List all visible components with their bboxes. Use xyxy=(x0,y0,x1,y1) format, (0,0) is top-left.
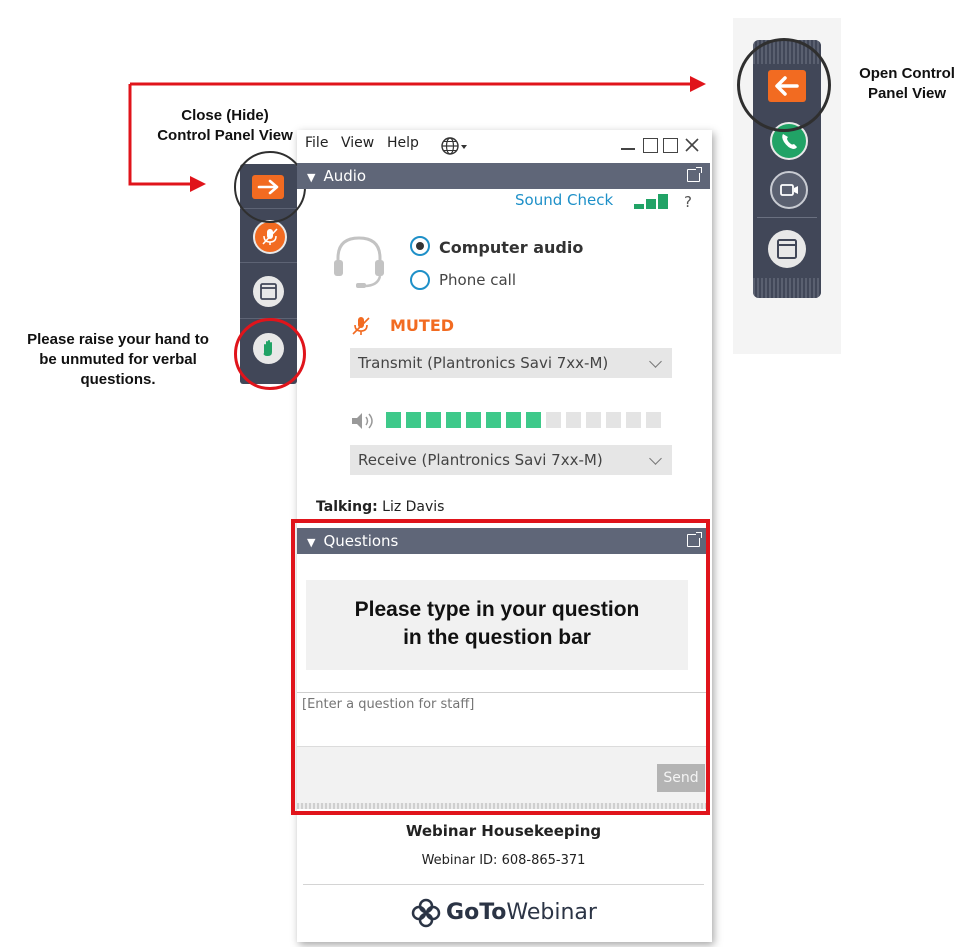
audio-header-label: Audio xyxy=(323,167,367,185)
raise-hand-line1: Please raise your hand to xyxy=(27,331,209,348)
volume-segment xyxy=(526,412,541,428)
volume-segment xyxy=(446,412,461,428)
chevron-down-icon xyxy=(649,355,662,368)
maximize-button[interactable] xyxy=(643,138,658,153)
panel-view-button[interactable] xyxy=(253,276,284,307)
webinar-id: Webinar ID: 608-865-371 xyxy=(421,853,586,868)
camera-button[interactable] xyxy=(770,171,808,209)
popout-icon[interactable] xyxy=(687,167,702,182)
raise-hand-line2: be unmuted for verbal xyxy=(39,351,197,368)
volume-segment xyxy=(506,412,521,428)
volume-segment xyxy=(566,412,581,428)
muted-microphone-icon xyxy=(262,228,278,245)
transmit-device-value: Transmit (Plantronics Savi 7xx-M) xyxy=(358,354,609,372)
brand-regular: Webinar xyxy=(506,900,597,925)
transmit-device-select[interactable]: Transmit (Plantronics Savi 7xx-M) xyxy=(350,348,672,378)
webinar-title: Webinar Housekeeping xyxy=(405,822,602,840)
radio-selected-dot xyxy=(416,242,424,250)
volume-segment xyxy=(406,412,421,428)
open-panel-annotation: Open Control Panel View xyxy=(842,64,972,104)
mute-status: MUTED xyxy=(390,316,455,335)
flower-logo-icon xyxy=(411,898,441,928)
talking-label: Talking: xyxy=(316,499,378,515)
muted-microphone-icon xyxy=(352,317,370,335)
signal-strength-icon xyxy=(634,194,668,209)
brand-bold: GoTo xyxy=(446,900,507,925)
panel-view-button[interactable] xyxy=(768,230,806,268)
divider xyxy=(303,884,704,885)
receive-device-value: Receive (Plantronics Savi 7xx-M) xyxy=(358,451,603,469)
volume-segment xyxy=(466,412,481,428)
speaker-icon xyxy=(352,413,373,429)
phone-call-label: Phone call xyxy=(439,271,517,289)
volume-segment xyxy=(626,412,641,428)
volume-segment xyxy=(426,412,441,428)
collapse-triangle-icon: ▼ xyxy=(307,171,316,184)
grip-bottom[interactable] xyxy=(753,278,821,298)
headset-icon xyxy=(334,236,384,288)
raise-hand-annotation: Please raise your hand to be unmuted for… xyxy=(2,330,234,390)
toolbar-divider xyxy=(240,262,297,263)
window-icon xyxy=(777,239,797,259)
open-button-highlight xyxy=(737,38,831,132)
volume-segment xyxy=(606,412,621,428)
menu-bar: File View Help xyxy=(297,130,712,162)
globe-icon xyxy=(441,137,467,155)
menu-help[interactable]: Help xyxy=(387,135,419,151)
computer-audio-radio[interactable] xyxy=(410,236,430,256)
volume-segment xyxy=(586,412,601,428)
toolbar-divider xyxy=(757,217,817,218)
raise-hand-line3: questions. xyxy=(80,371,156,388)
raise-hand-highlight xyxy=(234,318,306,390)
phone-call-radio[interactable] xyxy=(410,270,430,290)
gotowebinar-logo: GoToWebinar xyxy=(297,897,710,929)
microphone-button[interactable] xyxy=(253,220,287,254)
chevron-down-icon xyxy=(649,452,662,465)
questions-highlight-box xyxy=(291,519,710,815)
audio-panel-header[interactable]: ▼ Audio xyxy=(297,163,710,189)
menu-file[interactable]: File xyxy=(305,135,328,151)
volume-segment xyxy=(646,412,661,428)
receive-device-select[interactable]: Receive (Plantronics Savi 7xx-M) xyxy=(350,445,672,475)
volume-meter xyxy=(386,412,676,428)
open-annotation-line2: Panel View xyxy=(867,85,947,102)
volume-segment xyxy=(546,412,561,428)
minimize-button[interactable] xyxy=(621,148,635,150)
volume-segment xyxy=(486,412,501,428)
talking-name: Liz Davis xyxy=(382,499,445,515)
volume-segment xyxy=(386,412,401,428)
menu-view[interactable]: View xyxy=(341,135,374,151)
talking-indicator: Talking: Liz Davis xyxy=(316,499,444,515)
camera-icon xyxy=(780,184,798,196)
help-icon[interactable]: ? xyxy=(684,193,692,211)
language-menu[interactable] xyxy=(440,135,470,161)
window-icon xyxy=(260,283,277,300)
close-button-highlight xyxy=(234,151,306,223)
popout-window-button[interactable] xyxy=(663,138,678,153)
computer-audio-label: Computer audio xyxy=(439,238,584,257)
open-annotation-line1: Open Control xyxy=(859,65,955,82)
sound-check-link[interactable]: Sound Check xyxy=(515,191,613,209)
close-window-button[interactable] xyxy=(684,137,700,153)
